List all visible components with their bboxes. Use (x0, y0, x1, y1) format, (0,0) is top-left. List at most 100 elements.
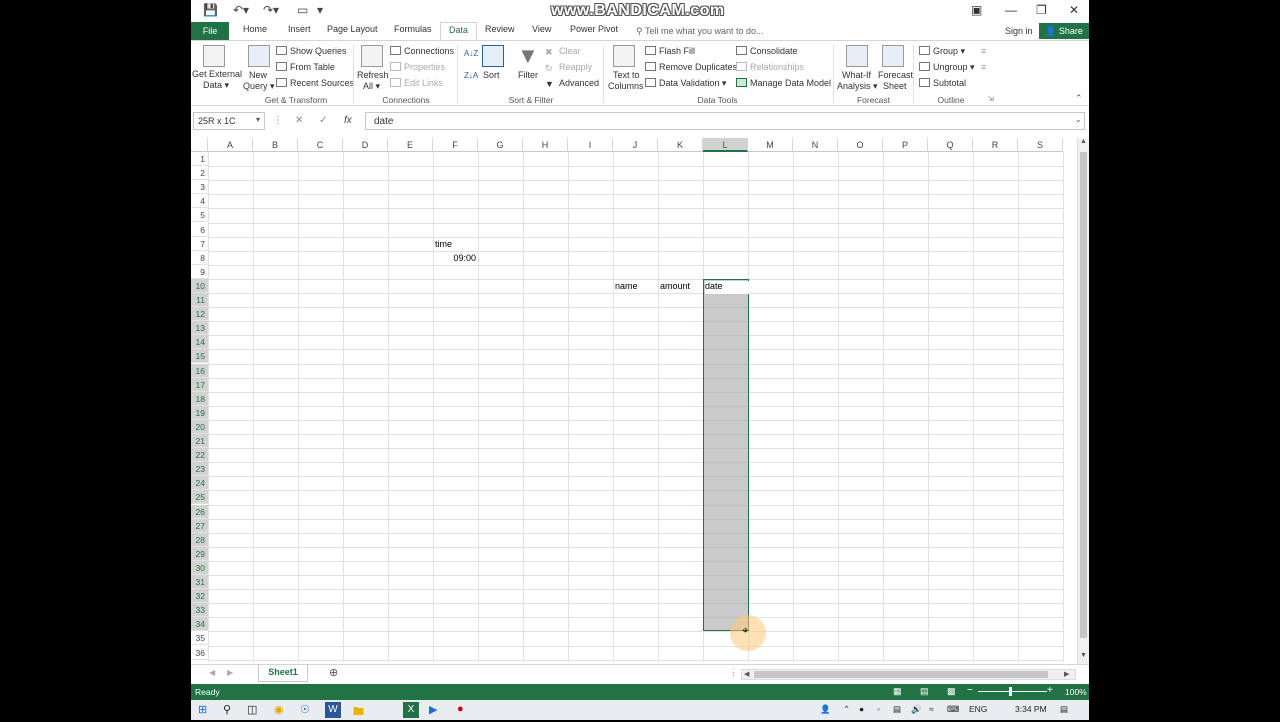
task-view-icon[interactable]: ◫ (247, 703, 257, 716)
wifi-icon[interactable]: ≈ (929, 704, 934, 714)
manage-data-model-button[interactable]: Manage Data Model (736, 78, 831, 88)
new-query-button[interactable]: New (249, 70, 267, 80)
data-validation-button[interactable]: Data Validation ▾ (645, 78, 726, 89)
column-header-l[interactable]: L (703, 138, 748, 152)
show-queries-button[interactable]: Show Queries (276, 46, 347, 56)
column-header-n[interactable]: N (793, 138, 838, 152)
row-header-30[interactable]: 30 (191, 560, 208, 575)
show-detail-icon[interactable]: ≡ (981, 46, 986, 56)
zoom-slider[interactable] (978, 691, 1047, 692)
clear-button[interactable]: ✖ Clear (545, 46, 581, 57)
row-header-17[interactable]: 17 (191, 377, 208, 392)
advanced-button[interactable]: ▼ Advanced (545, 78, 599, 89)
expand-formula-bar-icon[interactable]: ⌄ (1075, 115, 1082, 124)
remove-duplicates-button[interactable]: Remove Duplicates (645, 62, 737, 72)
what-if-analysis-button[interactable]: What-If (842, 70, 871, 80)
row-header-7[interactable]: 7 (191, 237, 208, 251)
column-header-i[interactable]: I (568, 138, 613, 152)
row-header-29[interactable]: 29 (191, 546, 208, 561)
row-header-34[interactable]: 34 (191, 617, 208, 632)
filter-button[interactable]: Filter (518, 70, 538, 80)
column-header-g[interactable]: G (478, 138, 523, 152)
windows-start-icon[interactable]: ⊞ (198, 703, 207, 716)
zoom-level[interactable]: 100% (1065, 687, 1087, 697)
tab-split-icon[interactable]: ⋮ (729, 667, 738, 678)
cancel-icon[interactable]: ✕ (295, 115, 303, 126)
insert-function-icon[interactable]: fx (344, 115, 352, 126)
undo-icon[interactable]: ↶▾ (233, 3, 249, 17)
column-header-m[interactable]: M (748, 138, 793, 152)
cell-f7[interactable]: time (435, 239, 452, 249)
keyboard-icon[interactable]: ⌨ (947, 704, 959, 715)
zoom-slider-thumb[interactable] (1009, 687, 1012, 696)
name-box[interactable]: 25R x 1C ▾ (193, 112, 265, 130)
sheet-tab-sheet1[interactable]: Sheet1 (258, 665, 308, 682)
normal-view-icon[interactable]: ▦ (893, 686, 902, 697)
row-header-27[interactable]: 27 (191, 518, 208, 533)
row-header-26[interactable]: 26 (191, 504, 208, 519)
cell-f8[interactable]: 09:00 (433, 253, 476, 263)
group-button[interactable]: Group ▾ (919, 46, 965, 57)
tab-page-layout[interactable]: Page Layout (327, 24, 378, 34)
tab-data[interactable]: Data (440, 22, 478, 41)
network-icon[interactable]: ▤ (893, 704, 901, 715)
tray-app-icon-2[interactable]: ◦ (877, 704, 880, 714)
flash-fill-button[interactable]: Flash Fill (645, 46, 695, 56)
zoom-in-icon[interactable]: + (1047, 685, 1053, 696)
hide-detail-icon[interactable]: ≡ (981, 62, 986, 72)
column-header-k[interactable]: K (658, 138, 703, 152)
ungroup-button[interactable]: Ungroup ▾ (919, 62, 975, 73)
row-header-18[interactable]: 18 (191, 391, 208, 406)
column-header-h[interactable]: H (523, 138, 568, 152)
sign-in-link[interactable]: Sign in (1005, 26, 1033, 36)
row-header-10[interactable]: 10 (191, 278, 208, 293)
chrome-icon[interactable]: ◉ (274, 703, 284, 716)
row-header-12[interactable]: 12 (191, 307, 208, 322)
page-break-view-icon[interactable]: ▩ (947, 686, 956, 697)
row-header-37[interactable]: 37 (191, 660, 208, 663)
column-header-o[interactable]: O (838, 138, 883, 152)
cell-j10[interactable]: name (615, 281, 638, 291)
restore-icon[interactable]: ❐ (1036, 3, 1047, 17)
ribbon-display-icon[interactable]: ▣ (971, 3, 982, 17)
edge-icon[interactable]: ☉ (300, 703, 310, 716)
sort-az-icon[interactable]: A↓Z (464, 49, 478, 58)
vertical-scrollbar[interactable]: ▲ ▼ (1077, 138, 1089, 664)
redo-icon[interactable]: ↷▾ (263, 3, 279, 17)
row-header-25[interactable]: 25 (191, 490, 208, 505)
clock[interactable]: 3:34 PM (1015, 704, 1047, 714)
language-indicator[interactable]: ENG (969, 704, 987, 714)
people-icon[interactable]: 👤 (820, 704, 831, 715)
tab-insert[interactable]: Insert (288, 24, 311, 34)
screen-icon[interactable]: ▭ (297, 3, 308, 17)
outline-settings-icon[interactable]: ⇲ (988, 95, 994, 103)
tab-power-pivot[interactable]: Power Pivot (570, 24, 618, 34)
scroll-down-icon[interactable]: ▼ (1080, 652, 1087, 659)
new-sheet-icon[interactable]: ⊕ (329, 666, 338, 679)
selection-range[interactable] (703, 278, 749, 632)
connections-button[interactable]: Connections (390, 46, 454, 56)
consolidate-button[interactable]: Consolidate (736, 46, 798, 56)
save-icon[interactable]: 💾 (203, 3, 218, 17)
chevron-down-icon[interactable]: ▾ (256, 115, 260, 124)
column-header-e[interactable]: E (388, 138, 433, 152)
file-explorer-icon[interactable]: 🖿 (353, 703, 364, 722)
row-header-2[interactable]: 2 (191, 166, 208, 181)
refresh-all-button[interactable]: Refresh (357, 70, 389, 80)
cell-k10[interactable]: amount (660, 281, 690, 291)
row-header-3[interactable]: 3 (191, 180, 208, 195)
tray-chevron-icon[interactable]: ⌃ (843, 704, 850, 715)
column-header-a[interactable]: A (208, 138, 253, 152)
page-layout-view-icon[interactable]: ▤ (920, 686, 929, 697)
formula-input[interactable]: date (365, 112, 1085, 130)
row-header-31[interactable]: 31 (191, 575, 208, 590)
row-header-1[interactable]: 1 (191, 152, 208, 167)
properties-button[interactable]: Properties (390, 62, 445, 72)
text-to-columns-button[interactable]: Text to (613, 70, 640, 80)
reapply-button[interactable]: ↻ Reapply (545, 62, 592, 73)
row-header-24[interactable]: 24 (191, 476, 208, 491)
column-header-p[interactable]: P (883, 138, 928, 152)
worksheet-grid[interactable]: A B C D E F G H I J K L M N O P Q R S 1 2 3 4 5 6 7 8 9 10 11 12 13 14 15… (191, 138, 1077, 662)
row-header-20[interactable]: 20 (191, 419, 208, 434)
zoom-out-icon[interactable]: − (967, 685, 973, 696)
